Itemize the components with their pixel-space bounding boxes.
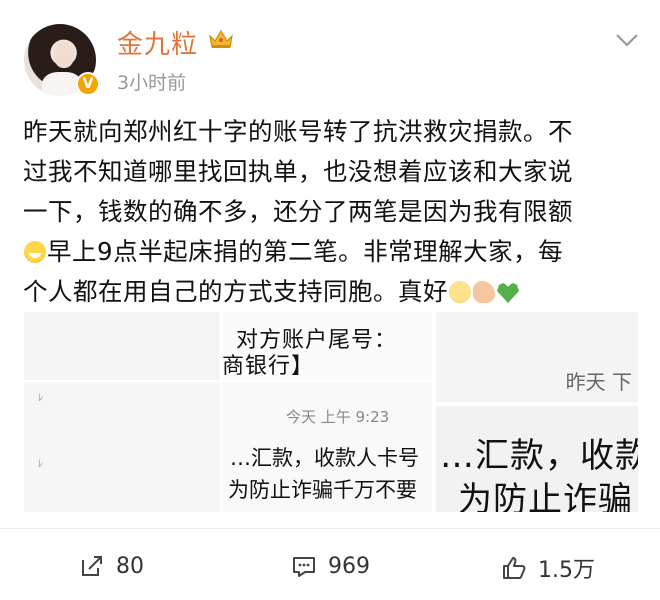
chat-mark-icon: ﾚ bbox=[38, 459, 43, 470]
share-count: 80 bbox=[116, 553, 144, 579]
post-text-line-1: 昨天就向郑州红十字的账号转了抗洪救灾捐款。不 bbox=[23, 117, 573, 146]
chevron-down-icon[interactable] bbox=[612, 28, 642, 52]
comment-icon bbox=[293, 557, 315, 577]
image-text-yesterday: 昨天 下 bbox=[565, 370, 632, 394]
image-text-remit: …汇款，收款人卡号 bbox=[230, 446, 419, 470]
comment-button[interactable]: 969 bbox=[290, 552, 370, 580]
post-image-3[interactable]: 昨天 下 bbox=[436, 312, 638, 402]
post-text-line-2: 过我不知道哪里找回执单，也没想着应该和大家说 bbox=[23, 157, 573, 186]
image-text-bank: 商银行】 bbox=[222, 354, 315, 379]
post-image-5[interactable]: 今天 上午 9:23 …汇款，收款人卡号 为防止诈骗千万不要 bbox=[222, 382, 432, 512]
chat-mark-icon: ﾚ bbox=[38, 393, 43, 404]
post-image-6[interactable]: …汇款，收款 为防止诈骗 bbox=[436, 406, 638, 512]
post-timestamp: 3小时前 bbox=[117, 72, 187, 94]
flexed-biceps-emoji bbox=[473, 281, 495, 303]
verified-badge-icon: V bbox=[76, 72, 100, 96]
avatar-face bbox=[54, 42, 74, 68]
author-name[interactable]: 金九粒 bbox=[117, 24, 198, 61]
share-button[interactable]: 80 bbox=[78, 552, 144, 580]
image-text-remit-zoom: …汇款，收款 bbox=[440, 436, 638, 476]
post-image-2[interactable]: 对方账户尾号： 商银行】 bbox=[222, 312, 432, 380]
smile-emoji bbox=[449, 281, 471, 303]
crown-icon bbox=[209, 29, 233, 48]
grinning-sweat-emoji bbox=[24, 241, 46, 263]
post-text-line-5: 个人都在用自己的方式支持同胞。真好 bbox=[23, 277, 448, 306]
green-heart-emoji bbox=[497, 283, 519, 303]
footer-divider bbox=[0, 528, 660, 529]
image-text-warning: 为防止诈骗千万不要 bbox=[228, 478, 417, 502]
like-count: 1.5万 bbox=[538, 558, 595, 583]
image-text-time: 今天 上午 9:23 bbox=[286, 408, 390, 426]
post-text: 昨天就向郑州红十字的账号转了抗洪救灾捐款。不 过我不知道哪里找回执单，也没想着应… bbox=[23, 112, 643, 312]
post-text-line-4: 早上9点半起床捐的第二笔。非常理解大家，每 bbox=[47, 237, 564, 266]
post-image-4[interactable]: ﾚ ﾚ bbox=[24, 382, 220, 512]
comment-count: 969 bbox=[328, 553, 370, 579]
like-button[interactable]: 1.5万 bbox=[500, 552, 595, 584]
like-icon bbox=[503, 557, 526, 579]
post-image-1[interactable] bbox=[24, 312, 220, 380]
share-icon bbox=[82, 556, 102, 576]
image-text-warning-zoom: 为防止诈骗 bbox=[458, 480, 633, 512]
post-text-line-3: 一下，钱数的确不多，还分了两笔是因为我有限额 bbox=[23, 197, 573, 226]
